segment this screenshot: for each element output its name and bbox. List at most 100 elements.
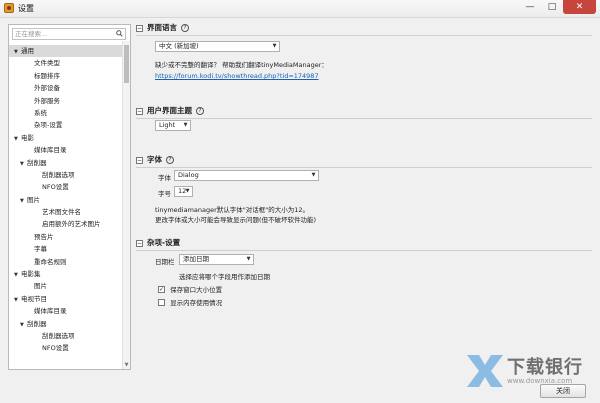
font-section: − 字体? 字体 Dialog ▼ 字号 12 ▼ tinymediamanage… <box>136 154 592 224</box>
sidebar-item-label: 外部设备 <box>34 84 60 93</box>
sidebar-item[interactable]: 文件类型 <box>9 57 123 69</box>
date-field-label: 日期栏 <box>155 258 175 266</box>
sidebar-item-label: 图片 <box>27 195 40 204</box>
search-input[interactable] <box>13 29 113 39</box>
sidebar-item[interactable]: ▼ 图片 <box>9 194 123 206</box>
size-label: 字号 <box>158 190 171 198</box>
scrollbar-thumb[interactable] <box>124 45 129 83</box>
translation-notice: 缺少或不完整的翻译？ 帮助我们翻译tinyMediaManager： <box>155 61 328 69</box>
collapse-toggle-ui-language[interactable]: − <box>136 24 143 32</box>
sidebar-item-label: 杂项-设置 <box>34 121 63 130</box>
sidebar-item[interactable]: 系统 <box>9 107 123 119</box>
divider <box>136 118 592 119</box>
minimize-button[interactable]: — <box>520 0 540 14</box>
section-title: 用户界面主题 <box>147 106 192 115</box>
ui-language-section: − 界面语言? 中文 (新加坡) ▼ 缺少或不完整的翻译？ 帮助我们翻译tinyM… <box>136 22 592 80</box>
sidebar-item[interactable]: 艺术图文件名 <box>9 206 123 218</box>
save-window-option: ✓ 保存窗口大小位置 <box>158 284 222 294</box>
forum-link[interactable]: https://forum.kodi.tv/showthread.php?tid… <box>155 72 319 80</box>
scroll-down-icon[interactable]: ▼ <box>124 363 129 368</box>
sidebar-item[interactable]: 媒体库目录 <box>9 144 123 156</box>
dialog-footer: 关闭 <box>0 378 600 403</box>
chevron-down-icon: ▼ <box>311 172 316 178</box>
theme-select[interactable]: Light ▼ <box>155 120 191 131</box>
title-bar: 设置 — □ ✕ <box>0 0 600 18</box>
sidebar-item[interactable]: 刮削器选项 <box>9 330 123 342</box>
chevron-down-icon: ▼ <box>246 256 251 262</box>
collapse-toggle-ui-theme[interactable]: − <box>136 107 143 115</box>
save-window-checkbox[interactable]: ✓ <box>158 285 165 293</box>
sidebar-item[interactable]: 字幕 <box>9 243 123 255</box>
sidebar-item[interactable]: 外部服务 <box>9 95 123 107</box>
sidebar-item[interactable]: ▼ 刮削器 <box>9 157 123 169</box>
language-select-value: 中文 (新加坡) <box>159 42 199 50</box>
sidebar-item[interactable]: 杂项-设置 <box>9 119 123 131</box>
close-button[interactable]: 关闭 <box>540 384 586 398</box>
divider <box>136 250 592 251</box>
theme-select-value: Light <box>159 121 176 129</box>
sidebar-item-label: 媒体库目录 <box>34 146 67 155</box>
collapse-toggle-misc[interactable]: − <box>136 239 143 247</box>
sidebar-item[interactable]: 图片 <box>9 280 123 292</box>
sidebar-item[interactable]: 标题排序 <box>9 70 123 82</box>
sidebar-item[interactable]: ▼ 电影 <box>9 132 123 144</box>
font-hint-2: 更改字体或大小可能会导致显示问题(但不破坏软件功能) <box>155 216 317 224</box>
divider <box>136 167 592 168</box>
section-title: 界面语言 <box>147 23 177 32</box>
settings-sidebar: ▼通用文件类型标题排序外部设备外部服务系统杂项-设置▼电影媒体库目录▼刮削器刮削… <box>8 24 131 370</box>
sidebar-item[interactable]: NFO设置 <box>9 181 123 193</box>
sidebar-item[interactable]: 预告片 <box>9 231 123 243</box>
section-title: 字体 <box>147 155 162 164</box>
sidebar-item-label: 重命名规则 <box>34 257 67 266</box>
sidebar-item-label: 字幕 <box>34 245 47 254</box>
help-icon[interactable]: ? <box>196 107 204 115</box>
sidebar-item[interactable]: 媒体库目录 <box>9 305 123 317</box>
close-window-button[interactable]: ✕ <box>563 0 596 14</box>
size-select[interactable]: 12 ▼ <box>174 186 193 197</box>
sidebar-item[interactable]: ▼ 通用 <box>9 45 123 58</box>
sidebar-item[interactable]: NFO设置 <box>9 342 123 354</box>
sidebar-item-label: 电影 <box>21 133 34 142</box>
sidebar-item[interactable]: 外部设备 <box>9 82 123 94</box>
help-icon[interactable]: ? <box>166 156 174 164</box>
ui-theme-section: − 用户界面主题? Light ▼ <box>136 105 592 131</box>
show-memory-label: 显示内存使用情况 <box>170 299 223 307</box>
sidebar-item-label: 媒体库目录 <box>34 307 67 316</box>
sidebar-item[interactable]: 重命名规则 <box>9 256 123 268</box>
sidebar-item-label: 刮削器 <box>27 158 47 167</box>
sidebar-item-label: 启用额外的艺术图片 <box>42 220 101 229</box>
sidebar-item-label: 艺术图文件名 <box>42 208 81 217</box>
date-field-value: 添加日期 <box>183 255 209 263</box>
divider <box>136 35 592 36</box>
sidebar-item-label: 文件类型 <box>34 59 60 68</box>
maximize-button[interactable]: □ <box>542 0 562 14</box>
show-memory-option: 显示内存使用情况 <box>158 297 222 307</box>
settings-panel: − 界面语言? 中文 (新加坡) ▼ 缺少或不完整的翻译？ 帮助我们翻译tinyM… <box>136 22 592 370</box>
collapse-toggle-font[interactable]: − <box>136 156 143 164</box>
date-field-select[interactable]: 添加日期 ▼ <box>179 254 254 265</box>
window-title: 设置 <box>18 4 34 13</box>
sidebar-item-label: 图片 <box>34 282 47 291</box>
show-memory-checkbox[interactable] <box>158 298 165 306</box>
sidebar-item[interactable]: 刮削器选项 <box>9 169 123 181</box>
sidebar-item[interactable]: 启用额外的艺术图片 <box>9 218 123 230</box>
sidebar-item-label: NFO设置 <box>42 344 69 353</box>
chevron-down-icon: ▼ <box>272 43 277 49</box>
language-select[interactable]: 中文 (新加坡) ▼ <box>155 41 280 52</box>
sidebar-item-label: 刮削器选项 <box>42 331 75 340</box>
help-icon[interactable]: ? <box>181 24 189 32</box>
sidebar-item-label: NFO设置 <box>42 183 69 192</box>
sidebar-item[interactable]: ▼ 电视节目 <box>9 293 123 305</box>
font-select[interactable]: Dialog ▼ <box>174 170 319 181</box>
sidebar-item-label: 标题排序 <box>34 71 60 80</box>
sidebar-item[interactable]: ▼ 刮削器 <box>9 318 123 330</box>
font-label: 字体 <box>158 174 171 182</box>
chevron-down-icon: ▼ <box>185 188 190 194</box>
search-box <box>12 28 126 40</box>
date-field-hint: 选择应将哪个字段用作添加日期 <box>179 273 270 281</box>
app-logo-icon <box>4 3 14 13</box>
search-icon[interactable] <box>116 30 123 37</box>
sidebar-item[interactable]: ▼ 电影集 <box>9 268 123 280</box>
sidebar-scrollbar[interactable]: ▼ <box>122 41 130 369</box>
settings-tree: ▼ 通用 文件类型 标题排序 外部设备 外部服务 系统 杂项-设置 ▼ 电影 媒体库目录 ▼ 刮削器 刮削… <box>9 45 123 355</box>
